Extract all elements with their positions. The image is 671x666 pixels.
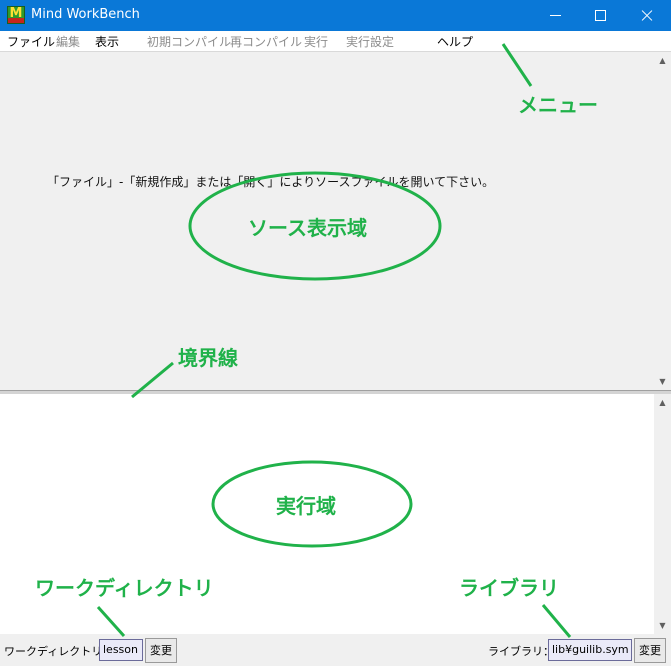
menu-initial-compile[interactable]: 初期コンパイル: [147, 33, 231, 50]
minimize-button[interactable]: [533, 0, 579, 31]
menu-help[interactable]: ヘルプ: [437, 33, 473, 50]
menu-recompile[interactable]: 再コンパイル: [230, 33, 302, 50]
annotation-workdir: ワークディレクトリ: [35, 576, 214, 600]
menu-view[interactable]: 表示: [95, 33, 119, 50]
menu-run-settings[interactable]: 実行設定: [346, 33, 394, 50]
menu-run[interactable]: 実行: [304, 33, 328, 50]
library-change-button[interactable]: 変更: [634, 638, 666, 663]
menu-file[interactable]: ファイル: [7, 33, 55, 50]
workdir-label: ワークディレクトリ：: [4, 645, 114, 658]
annotation-exec-area: 実行域: [276, 494, 336, 518]
close-button[interactable]: [624, 0, 670, 31]
annotation-splitter: 境界線: [178, 346, 238, 370]
title-bar[interactable]: M Mind WorkBench: [0, 0, 671, 31]
status-bar: ワークディレクトリ： lesson 変更 ライブラリ： lib¥guilib.s…: [0, 634, 671, 666]
annotation-source-area: ソース表示域: [248, 216, 367, 240]
window-title: Mind WorkBench: [31, 7, 140, 22]
exec-scrollbar[interactable]: ▲ ▼: [654, 394, 671, 634]
menu-bar: ファイル 編集 表示 初期コンパイル 再コンパイル 実行 実行設定 ヘルプ: [0, 31, 671, 52]
annotation-menu: メニュー: [518, 93, 598, 117]
library-field[interactable]: lib¥guilib.sym: [548, 639, 632, 661]
source-hint-text: 「ファイル」-「新規作成」または「開く」によりソースファイルを開いて下さい。: [47, 175, 495, 189]
app-logo-icon: M: [7, 6, 25, 24]
scroll-down-icon[interactable]: ▼: [654, 617, 671, 634]
library-label: ライブラリ：: [488, 645, 554, 658]
source-scrollbar[interactable]: ▲ ▼: [654, 52, 671, 390]
scroll-down-icon[interactable]: ▼: [654, 373, 671, 390]
workdir-change-button[interactable]: 変更: [145, 638, 177, 663]
workdir-field[interactable]: lesson: [99, 639, 143, 661]
annotation-library: ライブラリ: [459, 576, 559, 600]
scroll-up-icon[interactable]: ▲: [654, 52, 671, 69]
maximize-button[interactable]: [578, 0, 624, 31]
scroll-up-icon[interactable]: ▲: [654, 394, 671, 411]
menu-edit[interactable]: 編集: [56, 33, 80, 50]
